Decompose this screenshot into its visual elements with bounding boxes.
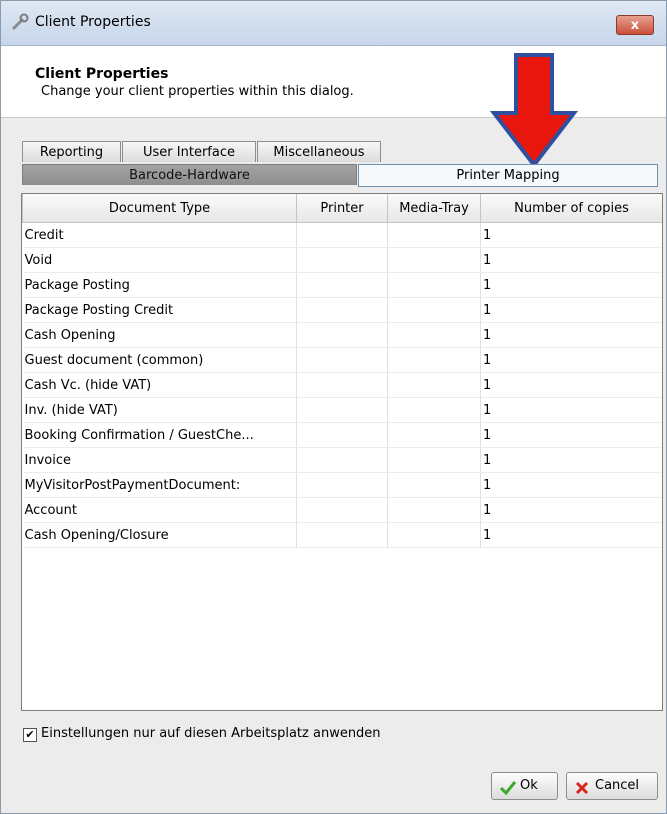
cell-copies[interactable]: 1 <box>480 222 662 248</box>
cell-printer[interactable] <box>296 422 388 448</box>
cell-media-tray[interactable] <box>387 447 481 473</box>
cell-document-type[interactable]: Inv. (hide VAT) <box>22 397 297 423</box>
table-row[interactable]: Cash Vc. (hide VAT) 1 <box>22 372 662 398</box>
cell-document-type[interactable]: Guest document (common) <box>22 347 297 373</box>
apply-workstation-checkbox[interactable]: ✔ <box>23 728 37 742</box>
cell-media-tray[interactable] <box>387 397 481 423</box>
table-row[interactable]: Cash Opening/Closure 1 <box>22 522 662 548</box>
cell-copies[interactable]: 1 <box>480 397 662 423</box>
cell-document-type[interactable]: Package Posting Credit <box>22 297 297 323</box>
header-subtitle: Change your client properties within thi… <box>41 84 354 99</box>
cell-document-type[interactable]: Cash Vc. (hide VAT) <box>22 372 297 398</box>
title-bar[interactable]: Client Properties x <box>1 1 666 46</box>
cell-printer[interactable] <box>296 397 388 423</box>
cancel-label: Cancel <box>595 778 640 793</box>
wrench-icon <box>12 13 29 30</box>
tab-label: User Interface <box>143 145 235 160</box>
column-header-number-of-copies[interactable]: Number of copies <box>480 194 662 223</box>
table-body: Credit 1 Void 1 Package Posting 1 Package Post… <box>22 222 662 548</box>
close-button[interactable]: x <box>616 15 654 35</box>
tab-barcode-hardware[interactable]: Barcode-Hardware <box>22 164 357 185</box>
tab-label: Printer Mapping <box>456 168 560 183</box>
cell-copies[interactable]: 1 <box>480 372 662 398</box>
cell-document-type[interactable]: Booking Confirmation / GuestChe... <box>22 422 297 448</box>
ok-button[interactable]: Ok <box>491 772 558 800</box>
cancel-button[interactable]: Cancel <box>566 772 658 800</box>
cell-printer[interactable] <box>296 322 388 348</box>
window-title: Client Properties <box>35 14 151 30</box>
cell-copies[interactable]: 1 <box>480 247 662 273</box>
cell-document-type[interactable]: Invoice <box>22 447 297 473</box>
cell-printer[interactable] <box>296 222 388 248</box>
tab-label: Barcode-Hardware <box>129 168 250 183</box>
cell-media-tray[interactable] <box>387 372 481 398</box>
cell-printer[interactable] <box>296 272 388 298</box>
cell-media-tray[interactable] <box>387 422 481 448</box>
client-properties-dialog: Client Properties x Client Properties Ch… <box>0 0 667 814</box>
cell-copies[interactable]: 1 <box>480 472 662 498</box>
cell-document-type[interactable]: MyVisitorPostPaymentDocument: <box>22 472 297 498</box>
printer-mapping-table: Document Type Printer Media-Tray Number … <box>21 193 663 711</box>
table-row[interactable]: Account 1 <box>22 497 662 523</box>
table-row[interactable]: Package Posting Credit 1 <box>22 297 662 323</box>
column-header-printer[interactable]: Printer <box>296 194 388 223</box>
cell-copies[interactable]: 1 <box>480 297 662 323</box>
cell-printer[interactable] <box>296 247 388 273</box>
cell-document-type[interactable]: Credit <box>22 222 297 248</box>
cell-printer[interactable] <box>296 447 388 473</box>
cell-document-type[interactable]: Void <box>22 247 297 273</box>
cell-printer[interactable] <box>296 297 388 323</box>
tab-reporting[interactable]: Reporting <box>22 141 121 162</box>
cell-media-tray[interactable] <box>387 472 481 498</box>
table-row[interactable]: Invoice 1 <box>22 447 662 473</box>
cell-document-type[interactable]: Package Posting <box>22 272 297 298</box>
cell-printer[interactable] <box>296 497 388 523</box>
cancel-x-icon <box>575 779 589 805</box>
cell-media-tray[interactable] <box>387 222 481 248</box>
cell-printer[interactable] <box>296 372 388 398</box>
table-row[interactable]: Credit 1 <box>22 222 662 248</box>
cell-media-tray[interactable] <box>387 347 481 373</box>
cell-media-tray[interactable] <box>387 322 481 348</box>
tab-miscellaneous[interactable]: Miscellaneous <box>257 141 381 162</box>
cell-media-tray[interactable] <box>387 297 481 323</box>
cell-copies[interactable]: 1 <box>480 522 662 548</box>
table-row[interactable]: Package Posting 1 <box>22 272 662 298</box>
red-arrow-annotation <box>489 53 579 169</box>
cell-copies[interactable]: 1 <box>480 322 662 348</box>
cell-copies[interactable]: 1 <box>480 272 662 298</box>
cell-media-tray[interactable] <box>387 522 481 548</box>
tab-label: Miscellaneous <box>273 145 365 160</box>
cell-printer[interactable] <box>296 522 388 548</box>
cell-media-tray[interactable] <box>387 497 481 523</box>
apply-workstation-label: Einstellungen nur auf diesen Arbeitsplat… <box>41 726 381 741</box>
close-icon: x <box>630 18 640 33</box>
checkmark-icon <box>499 779 517 805</box>
table-row[interactable]: MyVisitorPostPaymentDocument: 1 <box>22 472 662 498</box>
cell-document-type[interactable]: Cash Opening/Closure <box>22 522 297 548</box>
table-header-row: Document Type Printer Media-Tray Number … <box>22 194 662 223</box>
cell-document-type[interactable]: Account <box>22 497 297 523</box>
tab-label: Reporting <box>39 145 104 160</box>
tab-user-interface[interactable]: User Interface <box>122 141 256 162</box>
tab-printer-mapping[interactable]: Printer Mapping <box>358 164 658 187</box>
table-row[interactable]: Booking Confirmation / GuestChe... 1 <box>22 422 662 448</box>
cell-copies[interactable]: 1 <box>480 497 662 523</box>
cell-copies[interactable]: 1 <box>480 347 662 373</box>
cell-copies[interactable]: 1 <box>480 422 662 448</box>
cell-media-tray[interactable] <box>387 247 481 273</box>
cell-printer[interactable] <box>296 347 388 373</box>
header-title: Client Properties <box>35 66 169 82</box>
cell-document-type[interactable]: Cash Opening <box>22 322 297 348</box>
column-header-media-tray[interactable]: Media-Tray <box>387 194 481 223</box>
ok-label: Ok <box>520 778 538 793</box>
column-header-document-type[interactable]: Document Type <box>22 194 297 223</box>
cell-media-tray[interactable] <box>387 272 481 298</box>
table-row[interactable]: Cash Opening 1 <box>22 322 662 348</box>
cell-printer[interactable] <box>296 472 388 498</box>
table-row[interactable]: Guest document (common) 1 <box>22 347 662 373</box>
table-row[interactable]: Inv. (hide VAT) 1 <box>22 397 662 423</box>
cell-copies[interactable]: 1 <box>480 447 662 473</box>
table-row[interactable]: Void 1 <box>22 247 662 273</box>
